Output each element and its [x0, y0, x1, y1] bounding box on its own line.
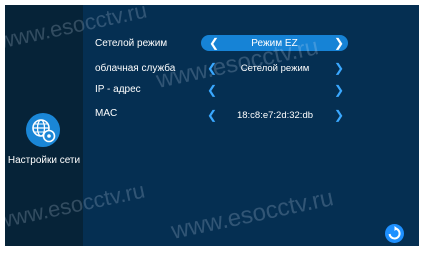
chevron-right-icon[interactable]: ❯ — [334, 62, 344, 74]
ip-address-label: IP - адрес — [95, 84, 141, 95]
refresh-button[interactable] — [385, 224, 404, 243]
chevron-right-icon[interactable]: ❯ — [334, 109, 344, 121]
chevron-left-icon[interactable]: ❮ — [207, 109, 217, 121]
watermark: www.esocctv.ru — [168, 184, 336, 245]
sidebar-label: Настройки сети — [7, 155, 81, 166]
chevron-left-icon[interactable]: ❮ — [207, 84, 217, 96]
network-mode-selector[interactable]: ❮ Режим EZ ❯ — [201, 35, 348, 51]
refresh-icon — [388, 226, 401, 240]
mac-label: MAC — [95, 108, 118, 119]
network-mode-value: Режим EZ — [251, 38, 298, 49]
chevron-left-icon[interactable]: ❮ — [207, 62, 217, 74]
sidebar: Настройки сети — [5, 5, 83, 246]
chevron-right-icon[interactable]: ❯ — [334, 84, 344, 96]
cloud-service-label: облачная служба — [95, 63, 176, 74]
chevron-right-icon[interactable]: ❯ — [334, 37, 344, 49]
network-settings-icon[interactable] — [26, 113, 60, 147]
network-mode-label: Сетелой режим — [95, 38, 168, 49]
cloud-service-value: Сетелой режим — [240, 63, 310, 74]
settings-screen: Настройки сети Сетелой режим ❮ Режим EZ … — [5, 5, 419, 246]
mac-value: 18:c8:e7:2d:32:db — [236, 110, 314, 121]
